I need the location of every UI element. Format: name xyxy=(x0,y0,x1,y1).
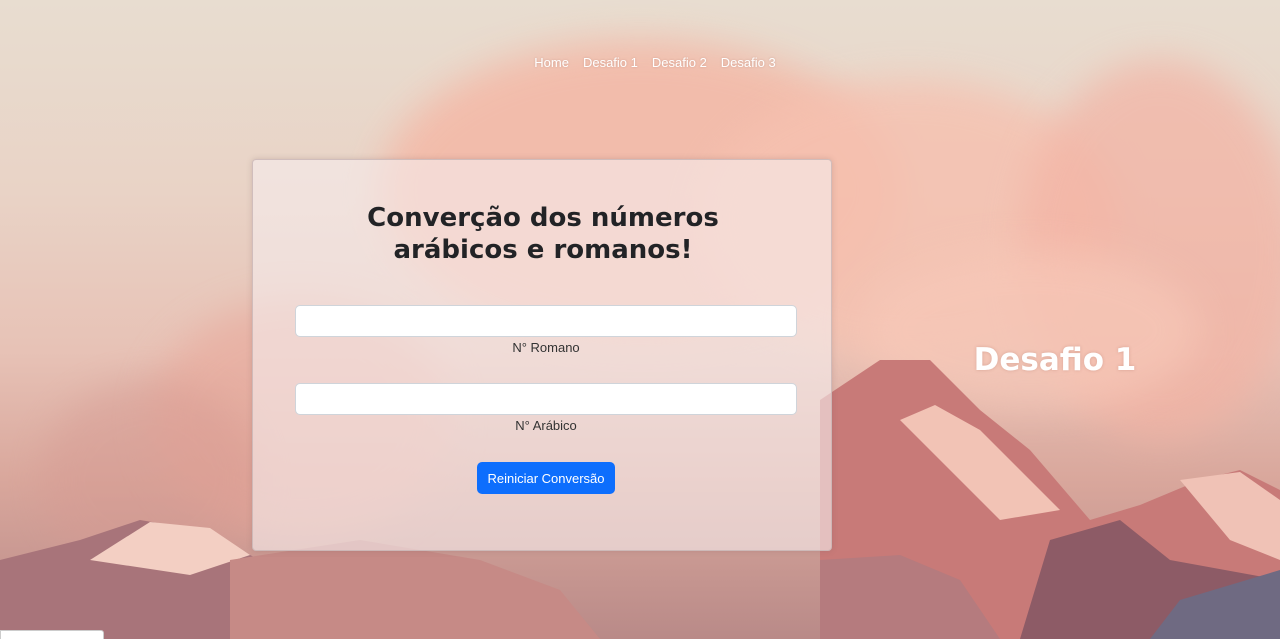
reset-conversion-button[interactable]: Reiniciar Conversão xyxy=(477,462,615,494)
roman-number-label: N° Romano xyxy=(512,340,580,355)
cropped-status-tab xyxy=(0,630,104,639)
nav-link-desafio-2[interactable]: Desafio 2 xyxy=(652,55,707,70)
nav-link-desafio-1[interactable]: Desafio 1 xyxy=(583,55,638,70)
nav-link-desafio-3[interactable]: Desafio 3 xyxy=(721,55,776,70)
nav-links: Home Desafio 1 Desafio 2 Desafio 3 xyxy=(534,55,775,70)
converter-card: Converção dos números arábicos e romanos… xyxy=(252,159,832,551)
arabic-number-input[interactable] xyxy=(295,383,797,415)
converter-title: Converção dos números arábicos e romanos… xyxy=(367,203,719,265)
hero-title: Desafio 1 xyxy=(973,342,1137,378)
top-nav: Home Desafio 1 Desafio 2 Desafio 3 xyxy=(0,55,1280,70)
page-background: Home Desafio 1 Desafio 2 Desafio 3 Conve… xyxy=(0,0,1280,639)
roman-number-input[interactable] xyxy=(295,305,797,337)
nav-link-home[interactable]: Home xyxy=(534,55,569,70)
arabic-number-label: N° Arábico xyxy=(515,418,577,433)
